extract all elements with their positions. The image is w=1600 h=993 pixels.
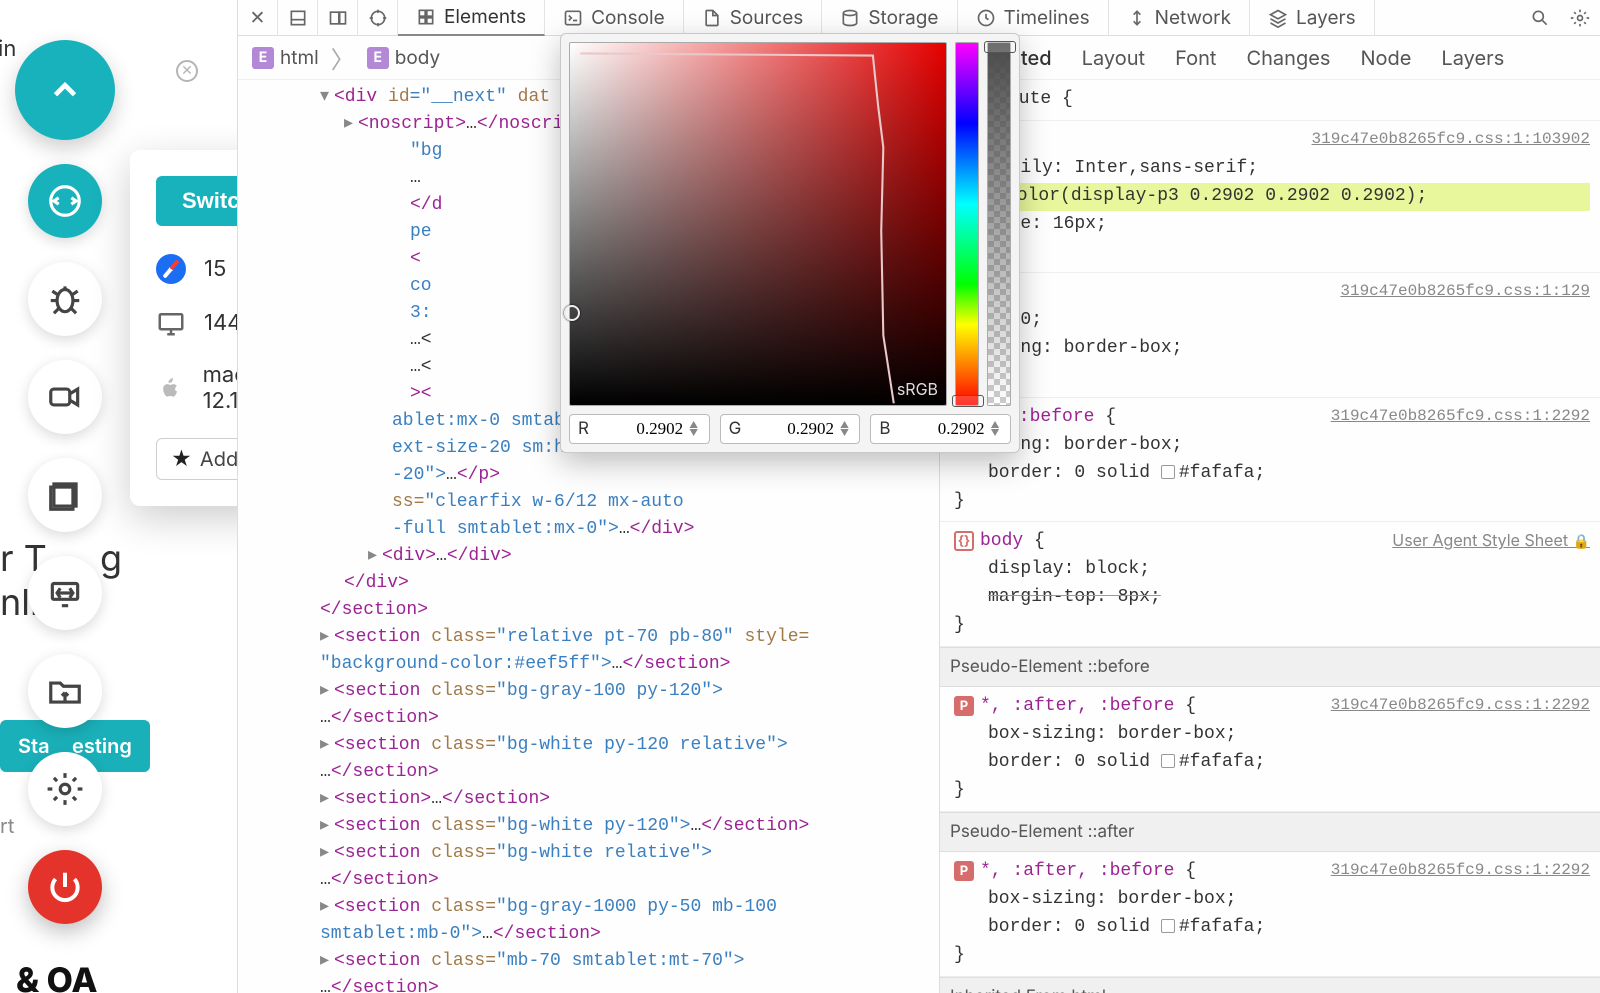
breadcrumb-item[interactable]: Ehtml <box>246 44 325 71</box>
hue-slider[interactable] <box>955 42 979 406</box>
subtab-layers[interactable]: Layers <box>1441 46 1504 70</box>
subtab-layout[interactable]: Layout <box>1082 46 1145 70</box>
chevron-right-icon: 〉 <box>331 40 355 75</box>
tab-console[interactable]: Console <box>545 0 684 36</box>
devtools-tablist: ✕ Elements Console Sources Storage Timel… <box>238 0 1600 36</box>
saturation-value-area[interactable]: sRGB <box>569 42 947 406</box>
star-icon: ★ <box>171 447 192 471</box>
tab-sources[interactable]: Sources <box>684 0 823 36</box>
files-button[interactable] <box>28 654 102 728</box>
style-attribute-rule[interactable]: Attribute { <box>940 80 1600 121</box>
b-input[interactable]: B▲▼ <box>870 414 1011 444</box>
lock-icon: 🔒 <box>1573 533 1590 550</box>
inspect-element-icon[interactable] <box>358 0 398 36</box>
pseudo-after-header: Pseudo-Element ::after <box>940 812 1600 852</box>
source-link[interactable]: 319c47e0b8265fc9.css:1:2292 <box>1331 693 1590 718</box>
record-button[interactable] <box>28 360 102 434</box>
color-cursor[interactable] <box>564 305 580 321</box>
subtab-node[interactable]: Node <box>1360 46 1411 70</box>
tab-elements[interactable]: Elements <box>398 0 545 36</box>
breadcrumb-item[interactable]: Ebody <box>361 44 446 71</box>
alpha-thumb[interactable] <box>984 41 1016 53</box>
bg-qa: & OA <box>16 960 98 993</box>
session-toolbar <box>20 40 110 924</box>
inherited-header: Inherited From html <box>940 977 1600 993</box>
source-link[interactable]: 319c47e0b8265fc9.css:1:103902 <box>1312 127 1590 152</box>
styles-subtabs: Computed Layout Font Changes Node Layers <box>940 36 1600 80</box>
css-rule[interactable]: 319c47e0b8265fc9.css:1:103902 html { fam… <box>940 121 1600 273</box>
checkbox[interactable] <box>1161 754 1175 768</box>
safari-icon <box>156 254 186 284</box>
window-close-icon[interactable]: ✕ <box>176 60 198 82</box>
close-devtools-icon[interactable]: ✕ <box>238 0 278 36</box>
checkbox[interactable] <box>1161 919 1175 933</box>
styles-pane: Computed Layout Font Changes Node Layers… <box>940 36 1600 993</box>
user-agent-label: User Agent Style Sheet 🔒 <box>1392 528 1590 553</box>
tab-storage[interactable]: Storage <box>822 0 957 36</box>
subtab-changes[interactable]: Changes <box>1246 46 1330 70</box>
css-rule[interactable]: 319c47e0b8265fc9.css:1:2292 P*, :after, … <box>940 687 1600 812</box>
display-icon <box>156 308 186 338</box>
color-space-label: sRGB <box>897 379 938 399</box>
tab-timelines[interactable]: Timelines <box>958 0 1109 36</box>
switch-session-button[interactable] <box>28 164 102 238</box>
search-icon[interactable] <box>1520 0 1560 36</box>
end-session-button[interactable] <box>28 850 102 924</box>
apple-icon <box>156 373 185 403</box>
settings-button[interactable] <box>28 752 102 826</box>
css-rule[interactable]: User Agent Style Sheet 🔒 {}body { displa… <box>940 522 1600 647</box>
css-rule[interactable]: 319c47e0b8265fc9.css:1:2292 P*, :after, … <box>940 852 1600 977</box>
css-rule[interactable]: 319c47e0b8265fc9.css:1:129 { n: 0; izing… <box>940 273 1600 398</box>
bg-text: in <box>0 36 16 62</box>
r-input[interactable]: R▲▼ <box>569 414 710 444</box>
browser-version: 15 <box>204 256 226 282</box>
source-link[interactable]: 319c47e0b8265fc9.css:1:2292 <box>1331 404 1590 429</box>
dock-side-icon[interactable] <box>318 0 358 36</box>
source-link[interactable]: 319c47e0b8265fc9.css:1:2292 <box>1331 858 1590 883</box>
screenshots-button[interactable] <box>28 458 102 532</box>
checkbox[interactable] <box>1161 465 1175 479</box>
css-rule[interactable]: 319c47e0b8265fc9.css:1:2292 fter, :befor… <box>940 398 1600 523</box>
gear-icon[interactable] <box>1560 0 1600 36</box>
collapse-button[interactable] <box>15 40 115 140</box>
alpha-slider[interactable] <box>987 42 1011 406</box>
resolution-button[interactable] <box>28 556 102 630</box>
subtab-font[interactable]: Font <box>1175 46 1216 70</box>
tab-network[interactable]: Network <box>1109 0 1250 36</box>
tab-layers[interactable]: Layers <box>1250 0 1375 36</box>
hue-thumb[interactable] <box>952 395 984 407</box>
source-link[interactable]: 319c47e0b8265fc9.css:1:129 <box>1340 279 1590 304</box>
bg-small: rt <box>0 814 14 838</box>
dock-bottom-icon[interactable] <box>278 0 318 36</box>
g-input[interactable]: G▲▼ <box>720 414 861 444</box>
pseudo-before-header: Pseudo-Element ::before <box>940 647 1600 687</box>
bug-button[interactable] <box>28 262 102 336</box>
color-picker[interactable]: sRGB R▲▼ G▲▼ B▲▼ <box>560 33 1020 453</box>
